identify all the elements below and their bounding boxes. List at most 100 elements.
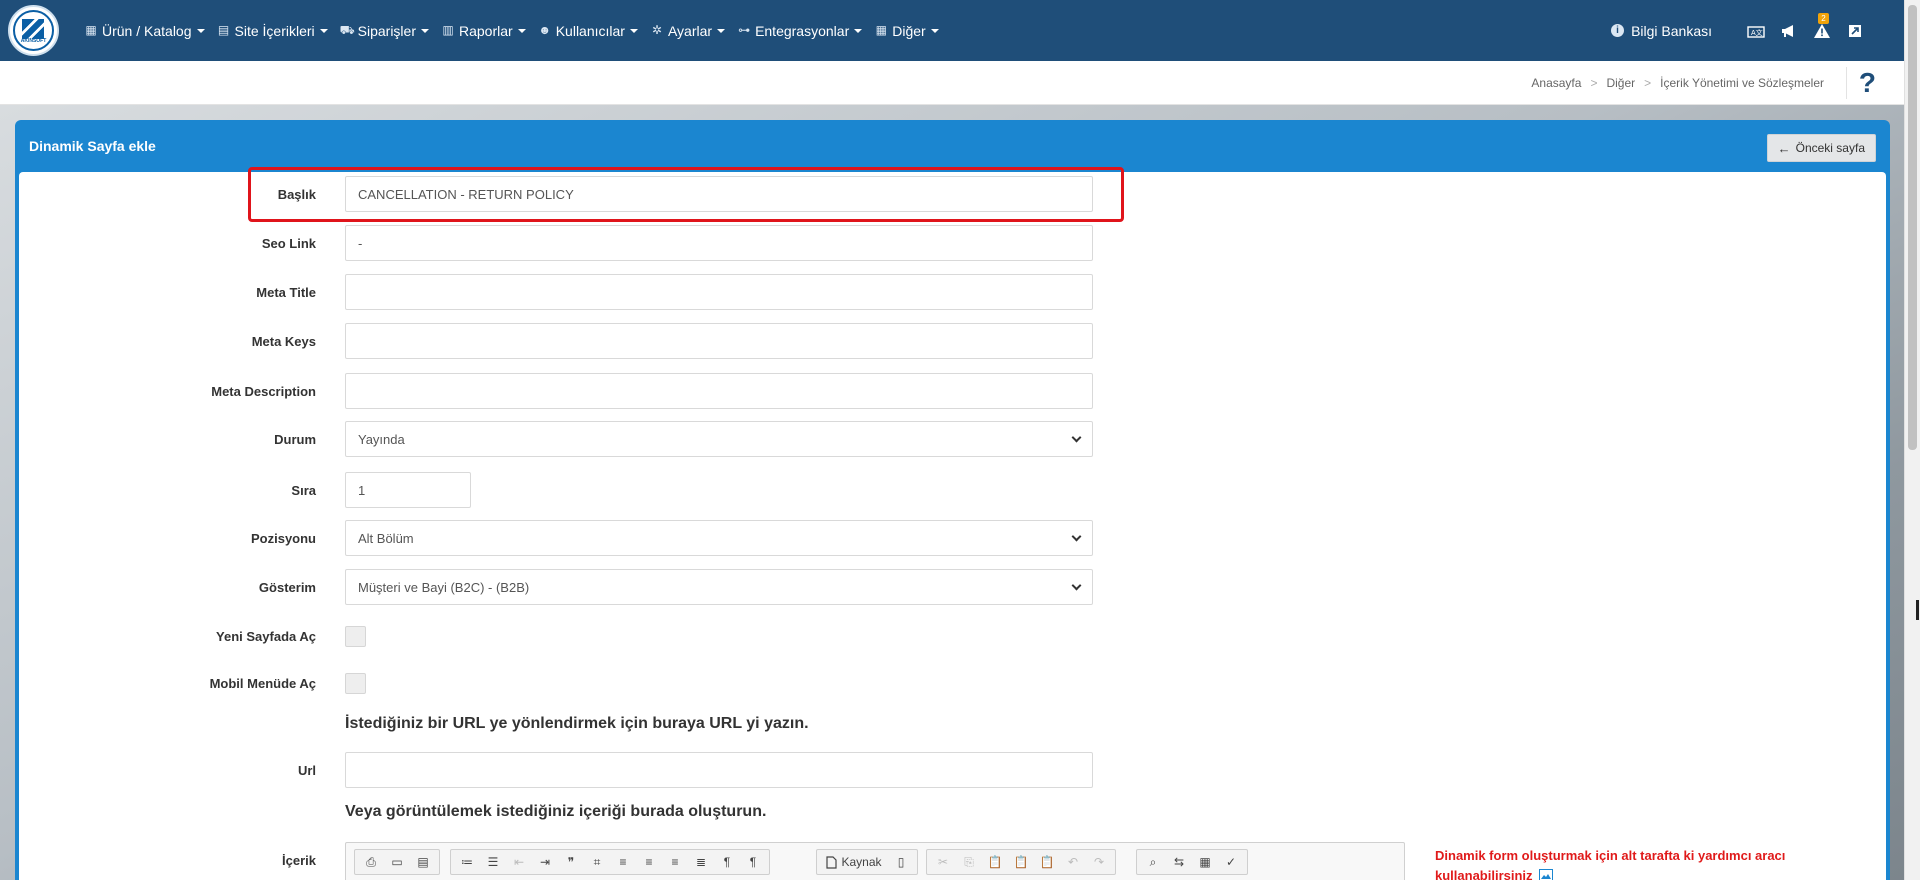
paste-icon[interactable]: 📋 bbox=[982, 851, 1008, 873]
url-input[interactable] bbox=[345, 752, 1093, 788]
preview-icon[interactable]: ⎙ bbox=[358, 851, 384, 873]
source-label: Kaynak bbox=[841, 855, 882, 869]
scrollbar-thumb[interactable] bbox=[1908, 5, 1917, 450]
info-icon: i bbox=[1611, 24, 1625, 37]
justify-icon[interactable]: ≣ bbox=[688, 851, 714, 873]
form-row-pozisyonu: Pozisyonu Alt Bölüm bbox=[0, 520, 1120, 556]
mouse-cursor bbox=[1916, 600, 1919, 620]
breadcrumb-home[interactable]: Anasayfa bbox=[1531, 76, 1581, 90]
external-link-icon[interactable] bbox=[1846, 22, 1864, 40]
menu-diger[interactable]: ▦ Diğer bbox=[874, 22, 939, 39]
language-icon-glyph: A文 bbox=[1747, 25, 1765, 38]
source-button[interactable]: Kaynak bbox=[820, 851, 888, 873]
language-icon[interactable]: A文 bbox=[1747, 22, 1765, 40]
announcement-icon[interactable] bbox=[1780, 22, 1798, 40]
truck-icon: ⛟ bbox=[339, 23, 355, 37]
indent-icon[interactable]: ⇥ bbox=[532, 851, 558, 873]
menu-site-icerikleri[interactable]: ▤ Site İçerikleri bbox=[217, 23, 328, 39]
alerts-badge: 2 bbox=[1818, 12, 1829, 24]
paste-word-icon[interactable]: 📋 bbox=[1034, 851, 1060, 873]
panel-title: Dinamik Sayfa ekle bbox=[29, 138, 156, 154]
breadcrumb-icerik-yonetimi[interactable]: İçerik Yönetimi ve Sözleşmeler bbox=[1660, 76, 1824, 90]
source-doc-icon bbox=[826, 855, 838, 869]
meta-keys-input[interactable] bbox=[345, 323, 1093, 359]
undo-icon[interactable]: ↶ bbox=[1060, 851, 1086, 873]
print-icon[interactable]: ▭ bbox=[384, 851, 410, 873]
blockquote-icon[interactable]: ❞ bbox=[558, 851, 584, 873]
templates-icon[interactable]: ▤ bbox=[410, 851, 436, 873]
image-icon[interactable] bbox=[1539, 869, 1554, 880]
sira-input[interactable]: 1 bbox=[345, 472, 471, 508]
durum-select[interactable]: Yayında bbox=[345, 421, 1093, 457]
replace-icon[interactable]: ⇆ bbox=[1166, 851, 1192, 873]
paste-text-icon[interactable]: 📋 bbox=[1008, 851, 1034, 873]
toolbar-group-clipboard: ✂ ⎘ 📋 📋 📋 ↶ ↷ bbox=[926, 849, 1116, 875]
caret-down-icon bbox=[421, 28, 429, 33]
show-blocks-icon[interactable]: ▯ bbox=[888, 851, 914, 873]
mobil-menude-ac-checkbox[interactable] bbox=[345, 673, 366, 694]
align-left-icon[interactable]: ≡ bbox=[610, 851, 636, 873]
akinsoft-logo[interactable]: AKINSOFT bbox=[8, 5, 59, 56]
menu-raporlar[interactable]: ▥ Raporlar bbox=[441, 23, 526, 39]
meta-title-input[interactable] bbox=[345, 274, 1093, 310]
menu-label: Diğer bbox=[892, 22, 926, 39]
menu-label: Entegrasyonlar bbox=[755, 22, 850, 39]
seo-link-input[interactable]: - bbox=[345, 225, 1093, 261]
ltr-icon[interactable]: ¶ bbox=[714, 851, 740, 873]
menu-entegrasyonlar[interactable]: ⊶ Entegrasyonlar bbox=[737, 22, 863, 39]
bulleted-list-icon[interactable]: ☰ bbox=[480, 851, 506, 873]
rtl-icon[interactable]: ¶ bbox=[740, 851, 766, 873]
pozisyonu-select[interactable]: Alt Bölüm bbox=[345, 520, 1093, 556]
top-right-tools: i Bilgi Bankası A文 2 bbox=[1611, 0, 1864, 61]
icerik-label: İçerik bbox=[282, 852, 316, 868]
copy-icon[interactable]: ⎘ bbox=[956, 851, 982, 873]
content-instruction: Veya görüntülemek istediğiniz içeriği bu… bbox=[345, 803, 767, 820]
help-question-icon[interactable]: ? bbox=[1846, 67, 1876, 99]
gosterim-value: Müşteri ve Bayi (B2C) - (B2B) bbox=[358, 579, 530, 595]
cut-icon[interactable]: ✂ bbox=[930, 851, 956, 873]
menu-kullanicilar[interactable]: ☻ Kullanıcılar bbox=[538, 23, 638, 39]
breadcrumb-diger[interactable]: Diğer bbox=[1606, 76, 1635, 90]
align-right-icon[interactable]: ≡ bbox=[662, 851, 688, 873]
rich-text-editor[interactable]: ⎙ ▭ ▤ ≔ ☰ ⇤ ⇥ ❞ ⌗ ≡ ≡ ≡ ≣ ¶ ¶ Kaynak ▯ ✂… bbox=[345, 842, 1405, 880]
durum-value: Yayında bbox=[358, 431, 405, 447]
bilgi-bankasi-label: Bilgi Bankası bbox=[1631, 22, 1712, 39]
align-center-icon[interactable]: ≡ bbox=[636, 851, 662, 873]
users-icon: ☻ bbox=[538, 23, 552, 37]
outdent-icon[interactable]: ⇤ bbox=[506, 851, 532, 873]
chevron-down-icon bbox=[1071, 531, 1082, 541]
redo-icon[interactable]: ↷ bbox=[1086, 851, 1112, 873]
find-icon[interactable]: ⌕ bbox=[1140, 851, 1166, 873]
caret-down-icon bbox=[319, 28, 328, 33]
meta-description-input[interactable] bbox=[345, 373, 1093, 409]
warning-icon[interactable]: 2 bbox=[1813, 12, 1831, 40]
select-all-icon[interactable]: ▦ bbox=[1192, 851, 1218, 873]
pozisyonu-value: Alt Bölüm bbox=[358, 530, 414, 546]
menu-ayarlar[interactable]: ✲ Ayarlar bbox=[650, 22, 726, 39]
gosterim-select[interactable]: Müşteri ve Bayi (B2C) - (B2B) bbox=[345, 569, 1093, 605]
chevron-down-icon bbox=[1071, 432, 1082, 442]
div-container-icon[interactable]: ⌗ bbox=[584, 851, 610, 873]
menu-label: Site İçerikleri bbox=[234, 22, 315, 39]
spellcheck-icon[interactable]: ✓ bbox=[1218, 851, 1244, 873]
menu-label: Raporlar bbox=[459, 22, 513, 39]
bilgi-bankasi-link[interactable]: i Bilgi Bankası bbox=[1611, 23, 1712, 39]
numbered-list-icon[interactable]: ≔ bbox=[454, 851, 480, 873]
toolbar-group-editing: ⌕ ⇆ ▦ ✓ bbox=[1136, 849, 1248, 875]
caret-down-icon bbox=[717, 28, 726, 33]
menu-siparisler[interactable]: ⛟ Siparişler bbox=[340, 23, 429, 39]
yeni-sayfada-ac-checkbox[interactable] bbox=[345, 626, 366, 647]
toolbar-group-document: ⎙ ▭ ▤ bbox=[354, 849, 440, 875]
menu-urun-katalog[interactable]: ▦ Ürün / Katalog bbox=[84, 23, 205, 39]
top-navbar: AKINSOFT ▦ Ürün / Katalog ▤ Site İçerikler… bbox=[0, 0, 1904, 61]
breadcrumb: Anasayfa > Diğer > İçerik Yönetimi ve Sö… bbox=[1531, 61, 1824, 105]
previous-page-label: Önceki sayfa bbox=[1795, 141, 1865, 155]
vertical-scrollbar[interactable] bbox=[1904, 0, 1920, 880]
url-instruction: İstediğiniz bir URL ye yönlendirmek için… bbox=[345, 715, 809, 732]
svg-text:A文: A文 bbox=[1751, 28, 1763, 37]
menu-label: Ayarlar bbox=[667, 22, 713, 39]
breadcrumb-separator: > bbox=[1644, 76, 1652, 90]
toolbar-group-source: Kaynak ▯ bbox=[816, 849, 918, 875]
previous-page-button[interactable]: ← Önceki sayfa bbox=[1766, 134, 1876, 162]
sitemap-icon: ⊶ bbox=[738, 23, 751, 37]
